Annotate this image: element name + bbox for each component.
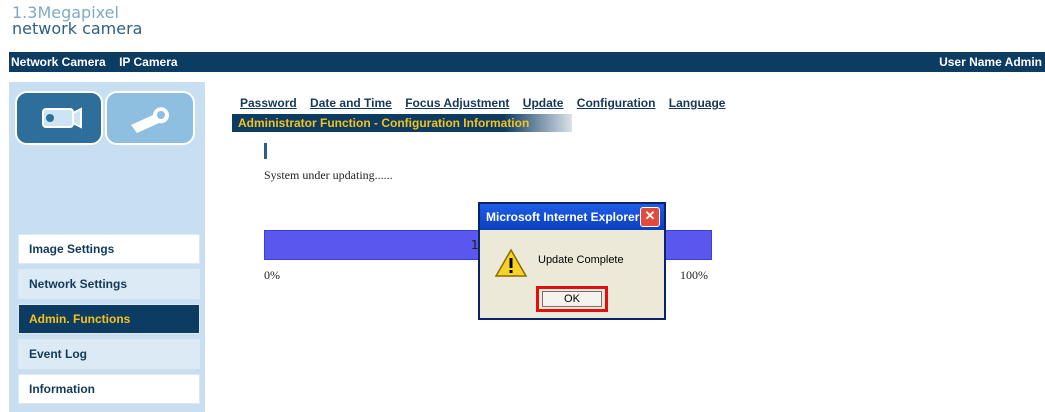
tab-configuration[interactable]: Configuration xyxy=(577,96,656,110)
status-marker xyxy=(264,143,267,159)
user-name: User Name Admin xyxy=(939,55,1042,69)
nav-network-camera[interactable]: Network Camera xyxy=(11,55,106,69)
admin-tabs: Password Date and Time Focus Adjustment … xyxy=(240,96,735,110)
sidebar-item-admin-functions[interactable]: Admin. Functions xyxy=(18,304,200,334)
logo: 1.3Megapixel network camera xyxy=(12,5,142,37)
tab-focus-adjustment[interactable]: Focus Adjustment xyxy=(405,96,509,110)
dialog-title: Microsoft Internet Explorer xyxy=(486,210,640,224)
top-bar: Network Camera IP Camera User Name Admin xyxy=(9,52,1045,72)
sidebar-item-image-settings[interactable]: Image Settings xyxy=(18,234,200,264)
update-status: System under updating...... xyxy=(264,168,393,182)
dialog-message: Update Complete xyxy=(538,254,624,266)
tab-camera[interactable] xyxy=(15,91,103,145)
tab-update[interactable]: Update xyxy=(523,96,564,110)
tab-password[interactable]: Password xyxy=(240,96,297,110)
sidebar-item-information[interactable]: Information xyxy=(18,374,200,404)
nav-ip-camera[interactable]: IP Camera xyxy=(119,55,177,69)
sidebar-menu: Image Settings Network Settings Admin. F… xyxy=(18,234,200,409)
camera-icon xyxy=(42,107,82,129)
progress-start-label: 0% xyxy=(264,268,280,282)
tab-date-time[interactable]: Date and Time xyxy=(310,96,392,110)
section-heading: Administrator Function - Configuration I… xyxy=(232,114,572,132)
tab-language[interactable]: Language xyxy=(669,96,726,110)
ok-highlight: OK xyxy=(536,286,608,312)
close-icon[interactable]: ✕ xyxy=(640,207,660,227)
sidebar: Image Settings Network Settings Admin. F… xyxy=(9,82,205,412)
sidebar-item-event-log[interactable]: Event Log xyxy=(18,339,200,369)
progress-end-label: 100% xyxy=(680,268,708,282)
ok-button[interactable]: OK xyxy=(542,291,602,307)
tab-admin[interactable] xyxy=(105,91,195,145)
alert-dialog: Microsoft Internet Explorer ✕ Update Com… xyxy=(478,202,666,320)
top-bar-left: Network Camera IP Camera xyxy=(11,55,188,69)
logo-line2: network camera xyxy=(12,19,143,38)
sidebar-item-network-settings[interactable]: Network Settings xyxy=(18,269,200,299)
warning-icon xyxy=(494,248,528,277)
wrench-icon xyxy=(131,107,169,133)
dialog-title-bar: Microsoft Internet Explorer ✕ xyxy=(480,204,664,230)
